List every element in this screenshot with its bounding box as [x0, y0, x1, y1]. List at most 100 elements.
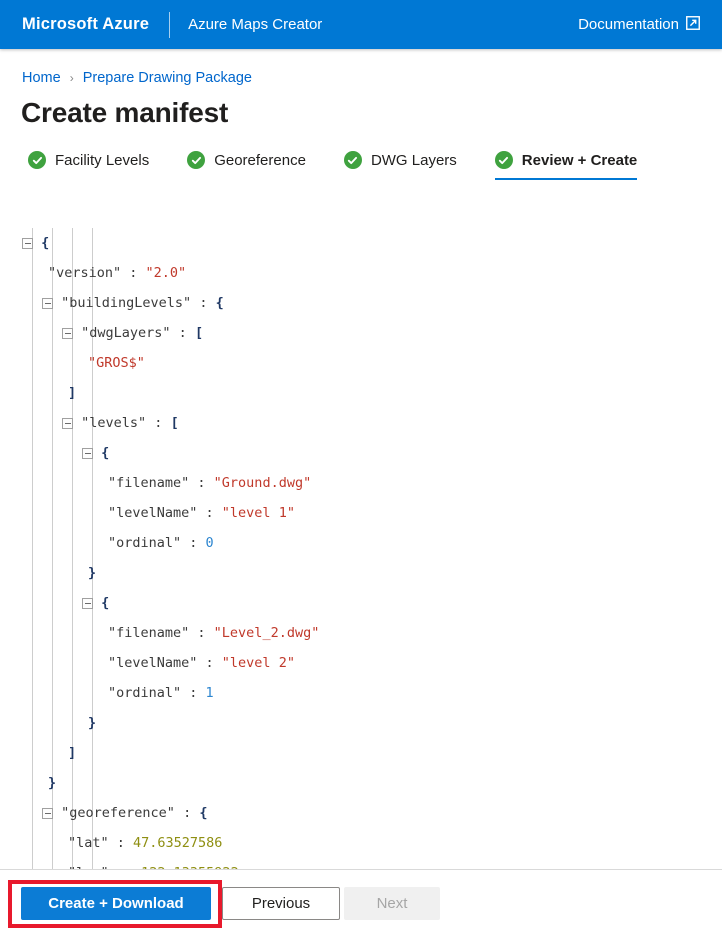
collapse-toggle-icon[interactable] [82, 447, 93, 459]
toggle-gap [53, 805, 61, 821]
external-link-icon [686, 15, 700, 34]
toggle-gap [93, 595, 101, 611]
json-token-brace: ] [68, 745, 77, 761]
json-token-key: "lat" [68, 835, 109, 851]
json-token-punct: : [146, 415, 171, 431]
toggle-gap [93, 445, 101, 461]
json-line: "lat" : 47.63527586 [0, 828, 722, 858]
collapse-toggle-icon[interactable] [82, 597, 93, 609]
wizard-step-tabs: Facility Levels Georeference DWG Layers … [28, 151, 722, 180]
tab-georeference[interactable]: Georeference [187, 151, 306, 180]
json-token-key: "levelName" [108, 655, 198, 671]
json-token-punct: : [189, 625, 214, 641]
json-token-num: 1 [205, 685, 214, 701]
json-line: { [0, 438, 722, 468]
json-token-key: "filename" [108, 625, 190, 641]
check-circle-icon [187, 151, 206, 169]
json-token-punct: : [121, 265, 146, 281]
collapse-toggle-icon[interactable] [22, 237, 33, 249]
nav-divider [169, 11, 171, 38]
tab-review-create[interactable]: Review + Create [494, 151, 638, 180]
toggle-gap [73, 415, 81, 431]
json-line: } [0, 708, 722, 738]
json-line: { [0, 588, 722, 618]
json-token-key: "dwgLayers" [81, 325, 171, 341]
json-token-punct: : [197, 655, 222, 671]
tab-label: Georeference [214, 151, 306, 169]
tab-dwg-layers[interactable]: DWG Layers [343, 151, 457, 180]
breadcrumb: Home › Prepare Drawing Package [22, 70, 722, 86]
wizard-footer: Create + Download Previous Next [0, 870, 722, 935]
next-button: Next [344, 887, 440, 920]
tab-facility-levels[interactable]: Facility Levels [28, 151, 149, 180]
collapse-toggle-icon[interactable] [42, 297, 53, 309]
breadcrumb-item-prepare-drawing-package[interactable]: Prepare Drawing Package [83, 70, 252, 86]
json-token-str: "level 1" [221, 505, 295, 521]
json-token-brace: { [101, 595, 110, 611]
json-token-key: "buildingLevels" [61, 295, 192, 311]
json-token-num: 0 [205, 535, 214, 551]
breadcrumb-item-home[interactable]: Home [22, 70, 61, 86]
manifest-json-viewer[interactable]: {"version" : "2.0" "buildingLevels" : { … [0, 228, 722, 869]
json-token-key: "ordinal" [108, 685, 182, 701]
tab-label: Facility Levels [55, 151, 150, 169]
collapse-toggle-icon[interactable] [62, 417, 73, 429]
toggle-gap [73, 325, 81, 341]
collapse-toggle-icon[interactable] [62, 327, 73, 339]
json-line: "version" : "2.0" [0, 258, 722, 288]
json-token-key: "levels" [81, 415, 147, 431]
json-line: "levelName" : "level 2" [0, 648, 722, 678]
json-line: "GROS$" [0, 348, 722, 378]
json-token-str: "2.0" [145, 265, 187, 281]
json-token-punct: : [174, 805, 200, 821]
json-line: "levels" : [ [0, 408, 722, 438]
json-token-punct: : [181, 535, 206, 551]
json-line: } [0, 768, 722, 798]
json-line: "levelName" : "level 1" [0, 498, 722, 528]
json-line: "georeference" : { [0, 798, 722, 828]
tab-label: DWG Layers [370, 151, 457, 169]
create-download-button[interactable]: Create + Download [21, 887, 211, 920]
tab-label: Review + Create [521, 151, 638, 169]
json-token-punct: : [189, 475, 214, 491]
json-token-punct: : [181, 685, 206, 701]
previous-button[interactable]: Previous [222, 887, 340, 920]
json-line: ] [0, 738, 722, 768]
brand-microsoft-azure[interactable]: Microsoft Azure [22, 15, 149, 34]
json-token-punct: : [108, 835, 134, 851]
json-token-punct: : [170, 325, 195, 341]
breadcrumb-separator-icon: › [69, 71, 74, 85]
json-line: "dwgLayers" : [ [0, 318, 722, 348]
json-line-list: {"version" : "2.0" "buildingLevels" : { … [0, 228, 722, 869]
json-token-brace: ] [68, 385, 77, 401]
json-token-brace: { [101, 445, 110, 461]
json-line: ] [0, 378, 722, 408]
json-token-geo: 47.63527586 [133, 835, 223, 851]
page-title: Create manifest [21, 97, 229, 128]
json-line: "buildingLevels" : { [0, 288, 722, 318]
toggle-gap [53, 295, 61, 311]
json-token-brace: [ [194, 325, 204, 341]
documentation-link[interactable]: Documentation [578, 15, 700, 34]
collapse-toggle-icon[interactable] [42, 807, 53, 819]
documentation-link-label: Documentation [578, 16, 679, 33]
json-token-str: "GROS$" [88, 355, 145, 371]
product-name-azure-maps-creator: Azure Maps Creator [188, 16, 323, 33]
check-circle-icon [494, 151, 513, 169]
check-circle-icon [343, 151, 362, 169]
json-line: } [0, 558, 722, 588]
json-token-brace: { [41, 235, 50, 251]
json-line: "ordinal" : 0 [0, 528, 722, 558]
json-token-str: "Level_2.dwg" [213, 625, 320, 641]
json-token-str: "level 2" [221, 655, 295, 671]
json-token-key: "ordinal" [108, 535, 182, 551]
json-line: "filename" : "Level_2.dwg" [0, 618, 722, 648]
json-token-brace: } [88, 565, 97, 581]
json-token-punct: : [197, 505, 222, 521]
check-circle-icon [28, 151, 46, 169]
json-token-key: "levelName" [108, 505, 198, 521]
json-token-key: "filename" [108, 475, 190, 491]
json-line: "ordinal" : 1 [0, 678, 722, 708]
json-token-brace: { [215, 295, 224, 311]
json-token-key: "georeference" [61, 805, 175, 821]
